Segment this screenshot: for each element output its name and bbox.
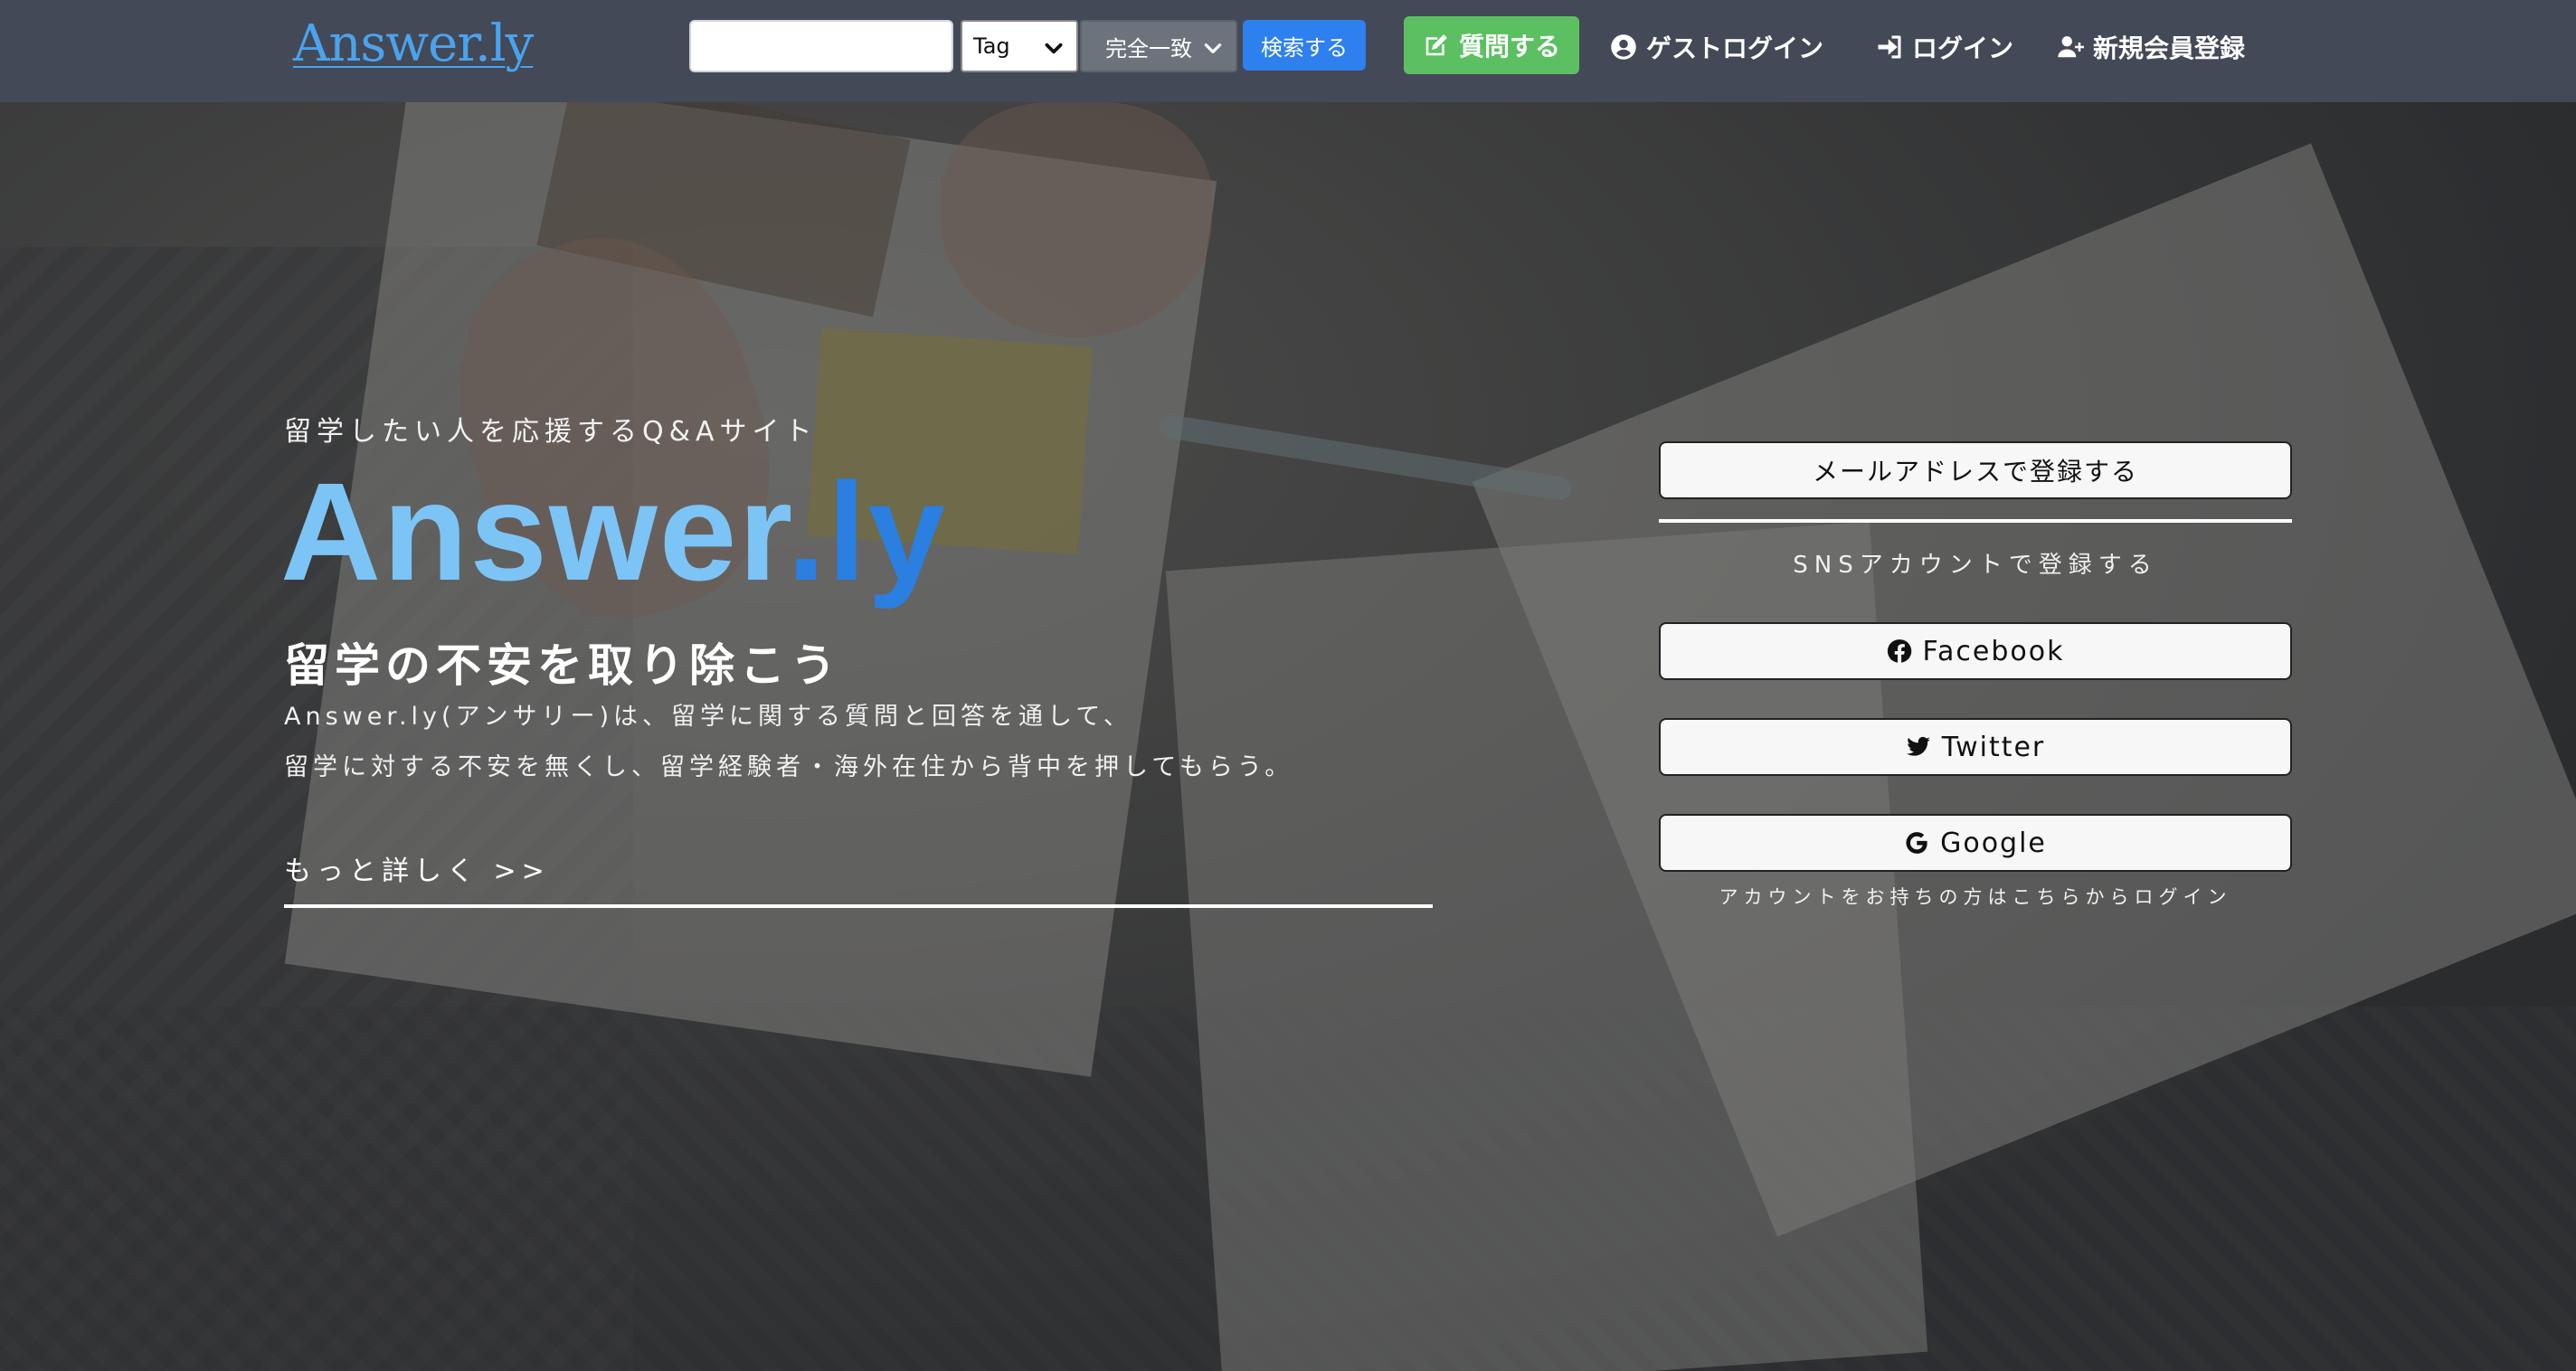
google-signup-button[interactable]: Google — [1659, 814, 2292, 872]
tag-select-value: Tag — [973, 33, 1010, 59]
guest-login-link[interactable]: ゲストログイン — [1610, 27, 1823, 67]
more-details-link[interactable]: もっと詳しく >> — [284, 848, 550, 888]
facebook-signup-button[interactable]: Facebook — [1659, 622, 2292, 680]
sns-signup-label: SNSアカウントで登録する — [1793, 552, 2158, 579]
hero-heading: 留学の不安を取り除こう — [284, 639, 841, 692]
hero-title: Answer.ly — [280, 452, 947, 612]
register-label: 新規会員登録 — [2093, 33, 2246, 63]
user-plus-icon — [2058, 36, 2084, 58]
login-link[interactable]: ログイン — [1876, 27, 2013, 67]
guest-login-label: ゲストログイン — [1646, 33, 1824, 63]
user-circle-icon — [1611, 34, 1636, 60]
tag-select[interactable]: Tag — [961, 20, 1078, 72]
chevron-down-icon — [1045, 43, 1063, 54]
email-signup-label: メールアドレスで登録する — [1812, 457, 2138, 487]
email-signup-button[interactable]: メールアドレスで登録する — [1659, 441, 2292, 499]
ask-question-button[interactable]: 質問する — [1404, 16, 1579, 74]
search-input[interactable] — [689, 20, 953, 72]
hero-description-line: 留学に対する不安を無くし、留学経験者・海外在住から背中を押してもらう。 — [284, 753, 1294, 781]
google-signup-label: Google — [1940, 827, 2047, 859]
site-logo[interactable]: Answer.ly — [293, 14, 534, 73]
hero-subtitle: 留学したい人を応援するQ&Aサイト — [284, 416, 818, 448]
google-icon — [1906, 832, 1927, 854]
twitter-signup-label: Twitter — [1941, 731, 2046, 763]
ask-question-label: 質問する — [1458, 32, 1560, 61]
login-label: ログイン — [1912, 33, 2014, 63]
existing-account-login-link[interactable]: アカウントをお持ちの方はこちらからログイン — [1659, 883, 2292, 910]
twitter-signup-button[interactable]: Twitter — [1659, 718, 2292, 776]
signup-divider — [1659, 519, 2292, 523]
search-button[interactable]: 検索する — [1243, 20, 1366, 71]
match-type-value: 完全一致 — [1105, 35, 1192, 61]
hero-title-accent: ly — [827, 454, 948, 610]
register-link[interactable]: 新規会員登録 — [2057, 27, 2245, 67]
hero-divider — [284, 904, 1433, 908]
facebook-signup-label: Facebook — [1922, 635, 2065, 667]
hero-title-dot: . — [786, 454, 828, 610]
chevron-down-icon — [1204, 43, 1222, 53]
sign-in-icon — [1878, 35, 1901, 59]
edit-icon — [1425, 34, 1447, 56]
navbar: Answer.ly Tag 完全一致 検索する 質問する ゲストログイン ログイ… — [0, 0, 2576, 102]
hero-title-main: Answer — [280, 454, 787, 610]
match-type-select[interactable]: 完全一致 — [1080, 20, 1237, 72]
facebook-icon — [1887, 639, 1911, 663]
hero-description-line: Answer.ly(アンサリー)は、留学に関する質問と回答を通して、 — [284, 703, 1132, 731]
twitter-icon — [1906, 736, 1930, 756]
